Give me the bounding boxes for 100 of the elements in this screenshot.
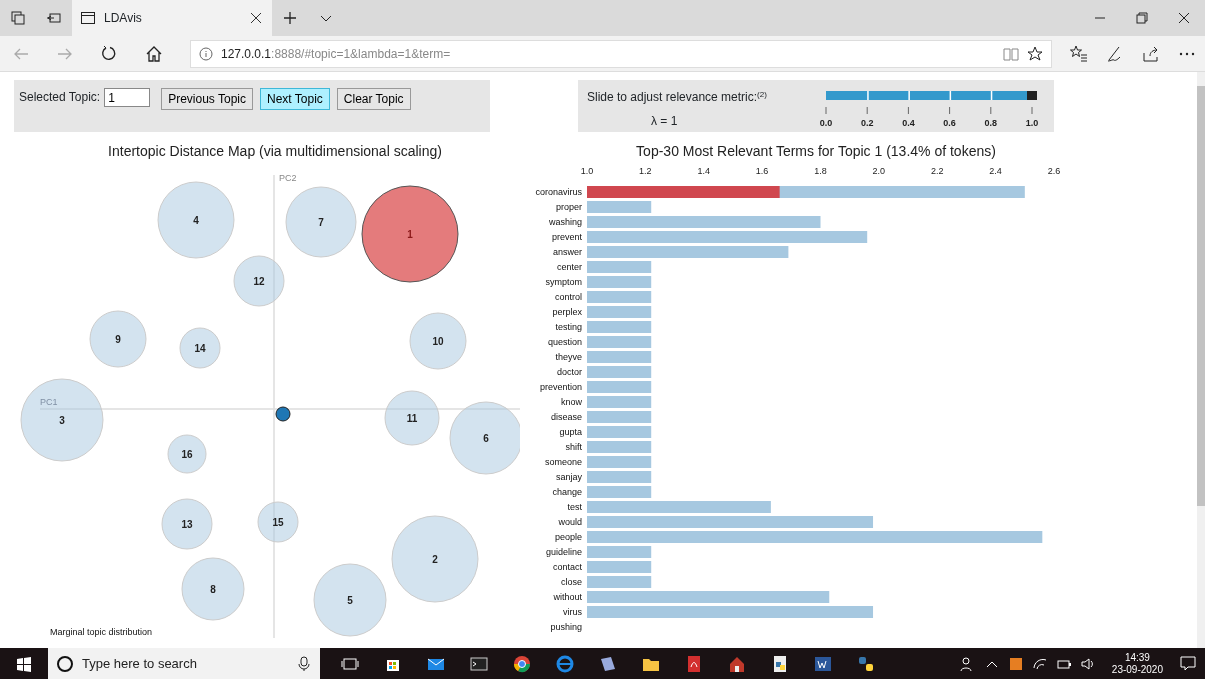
lambda-value: λ = 1 (651, 113, 679, 130)
close-icon[interactable] (1176, 10, 1192, 26)
term-label: virus (563, 607, 582, 617)
terminal-icon[interactable] (469, 654, 488, 673)
topic-bubble[interactable]: 10 (409, 312, 467, 370)
term-label: theyve (555, 352, 582, 362)
topic-bubble[interactable]: 6 (449, 401, 520, 475)
scrollbar-thumb[interactable] (1197, 86, 1205, 506)
term-label: without (553, 592, 582, 602)
tick-label: 0.2 (860, 118, 874, 128)
globe-icon[interactable] (555, 654, 574, 673)
relevance-slider[interactable] (826, 91, 1037, 100)
axis-tick-label: 2.6 (1047, 166, 1061, 176)
topic-bubble[interactable]: 15 (257, 501, 299, 543)
topic-button[interactable]: Clear Topic (336, 88, 411, 110)
bar (587, 486, 652, 498)
bar (587, 291, 652, 303)
bar (587, 426, 652, 438)
tab-set-aside-icon[interactable] (10, 10, 26, 26)
term-label: someone (544, 457, 582, 467)
tick-label: 0.6 (943, 118, 956, 128)
center-dot (275, 406, 291, 422)
new-tab-icon[interactable] (282, 10, 298, 26)
tick-label: 0.8 (984, 118, 998, 128)
axis-tick-label: 1.2 (639, 166, 652, 176)
topic-bubble[interactable]: 8 (181, 557, 245, 621)
bar (587, 321, 652, 333)
close-icon[interactable] (248, 10, 264, 26)
term-label: perplex (552, 307, 582, 317)
topic-bubble[interactable]: 12 (233, 255, 285, 307)
bar (587, 441, 652, 453)
term-label: shift (565, 442, 582, 452)
scrollbar[interactable] (1197, 72, 1205, 648)
term-label: guideline (545, 547, 582, 557)
speaker-icon[interactable] (1079, 655, 1096, 672)
term-label: contact (552, 562, 582, 572)
topic-button[interactable]: Next Topic (260, 88, 330, 110)
favorites-list-icon[interactable] (1070, 44, 1088, 63)
microphone-icon[interactable] (296, 655, 312, 672)
axis-label: PC2 (279, 173, 297, 183)
topic-bubble[interactable]: 2 (391, 515, 479, 603)
topic-bubble[interactable]: 14 (179, 327, 221, 369)
term-label: washing (548, 217, 582, 227)
term-label: center (557, 262, 582, 272)
windows-logo-icon[interactable] (16, 655, 32, 672)
axis-tick-label: 1.6 (755, 166, 769, 176)
restore-icon[interactable] (1134, 10, 1150, 26)
window-icon[interactable] (598, 654, 617, 673)
clock-date[interactable]: 23-09-2020 (1111, 663, 1163, 676)
word-icon[interactable] (813, 654, 832, 673)
term-label: question (547, 337, 582, 347)
term-label: test (567, 502, 582, 512)
browser-icon[interactable] (512, 654, 531, 673)
topic-button[interactable]: Previous Topic (161, 88, 253, 110)
bar (587, 381, 652, 393)
browser-tab[interactable]: LDAvis (72, 0, 272, 36)
footer-label: Marginal topic distribution (50, 627, 153, 637)
bar (587, 306, 652, 318)
tabs-icon[interactable] (46, 10, 62, 26)
notifications-icon[interactable] (1179, 654, 1197, 673)
topic-bubble[interactable]: 16 (167, 434, 207, 474)
house-icon[interactable] (727, 654, 746, 673)
topic-bubble[interactable]: 11 (384, 390, 440, 446)
address-bar[interactable]: 127.0.0.1:8888/#topic=1&lambda=1&term= (190, 39, 1052, 68)
bar (587, 351, 652, 363)
tick-label: 0.0 (819, 118, 833, 128)
search-icon (56, 654, 74, 673)
term-label: close (561, 577, 582, 587)
term-label: would (558, 517, 582, 527)
topic-input-field[interactable]: 1 (104, 88, 151, 107)
slider-thumb[interactable] (1027, 91, 1037, 100)
bar (587, 576, 652, 588)
topic-bubble[interactable]: 5 (313, 563, 387, 637)
bar (587, 561, 652, 573)
home-icon[interactable] (145, 44, 163, 63)
share-icon[interactable] (1142, 44, 1160, 63)
selected-topic-label: Selected Topic: (19, 89, 101, 106)
favorite-star-icon[interactable] (1027, 45, 1043, 62)
topic-bubble[interactable]: 9 (89, 310, 147, 368)
axis-tick-label: 2.4 (989, 166, 1002, 176)
page-icon[interactable] (80, 10, 96, 26)
topic-bubble[interactable]: 13 (161, 498, 213, 550)
term-label: prevention (539, 382, 582, 392)
chart-title: Top-30 Most Relevant Terms for Topic 1 (13.4% of tokens) (635, 142, 997, 161)
axis-tick-label: 1.4 (697, 166, 710, 176)
clock-time[interactable]: 14:39 (1111, 651, 1163, 664)
bar (587, 201, 652, 213)
taskbar-search-field[interactable]: Type here to search (48, 648, 320, 679)
term-label: testing (555, 322, 582, 332)
topic-bubble[interactable]: 4 (157, 181, 235, 259)
bar (587, 546, 652, 558)
bar (587, 276, 652, 288)
bar (587, 336, 652, 348)
term-label: pushing (550, 622, 582, 632)
topic-bubble[interactable]: 7 (285, 186, 357, 258)
chart-title: Intertopic Distance Map (via multidimensional scaling) (107, 142, 443, 161)
term-label: disease (550, 412, 582, 422)
axis-tick-label: 2.2 (931, 166, 944, 176)
term-label: doctor (557, 367, 582, 377)
term-label: answer (553, 247, 582, 257)
